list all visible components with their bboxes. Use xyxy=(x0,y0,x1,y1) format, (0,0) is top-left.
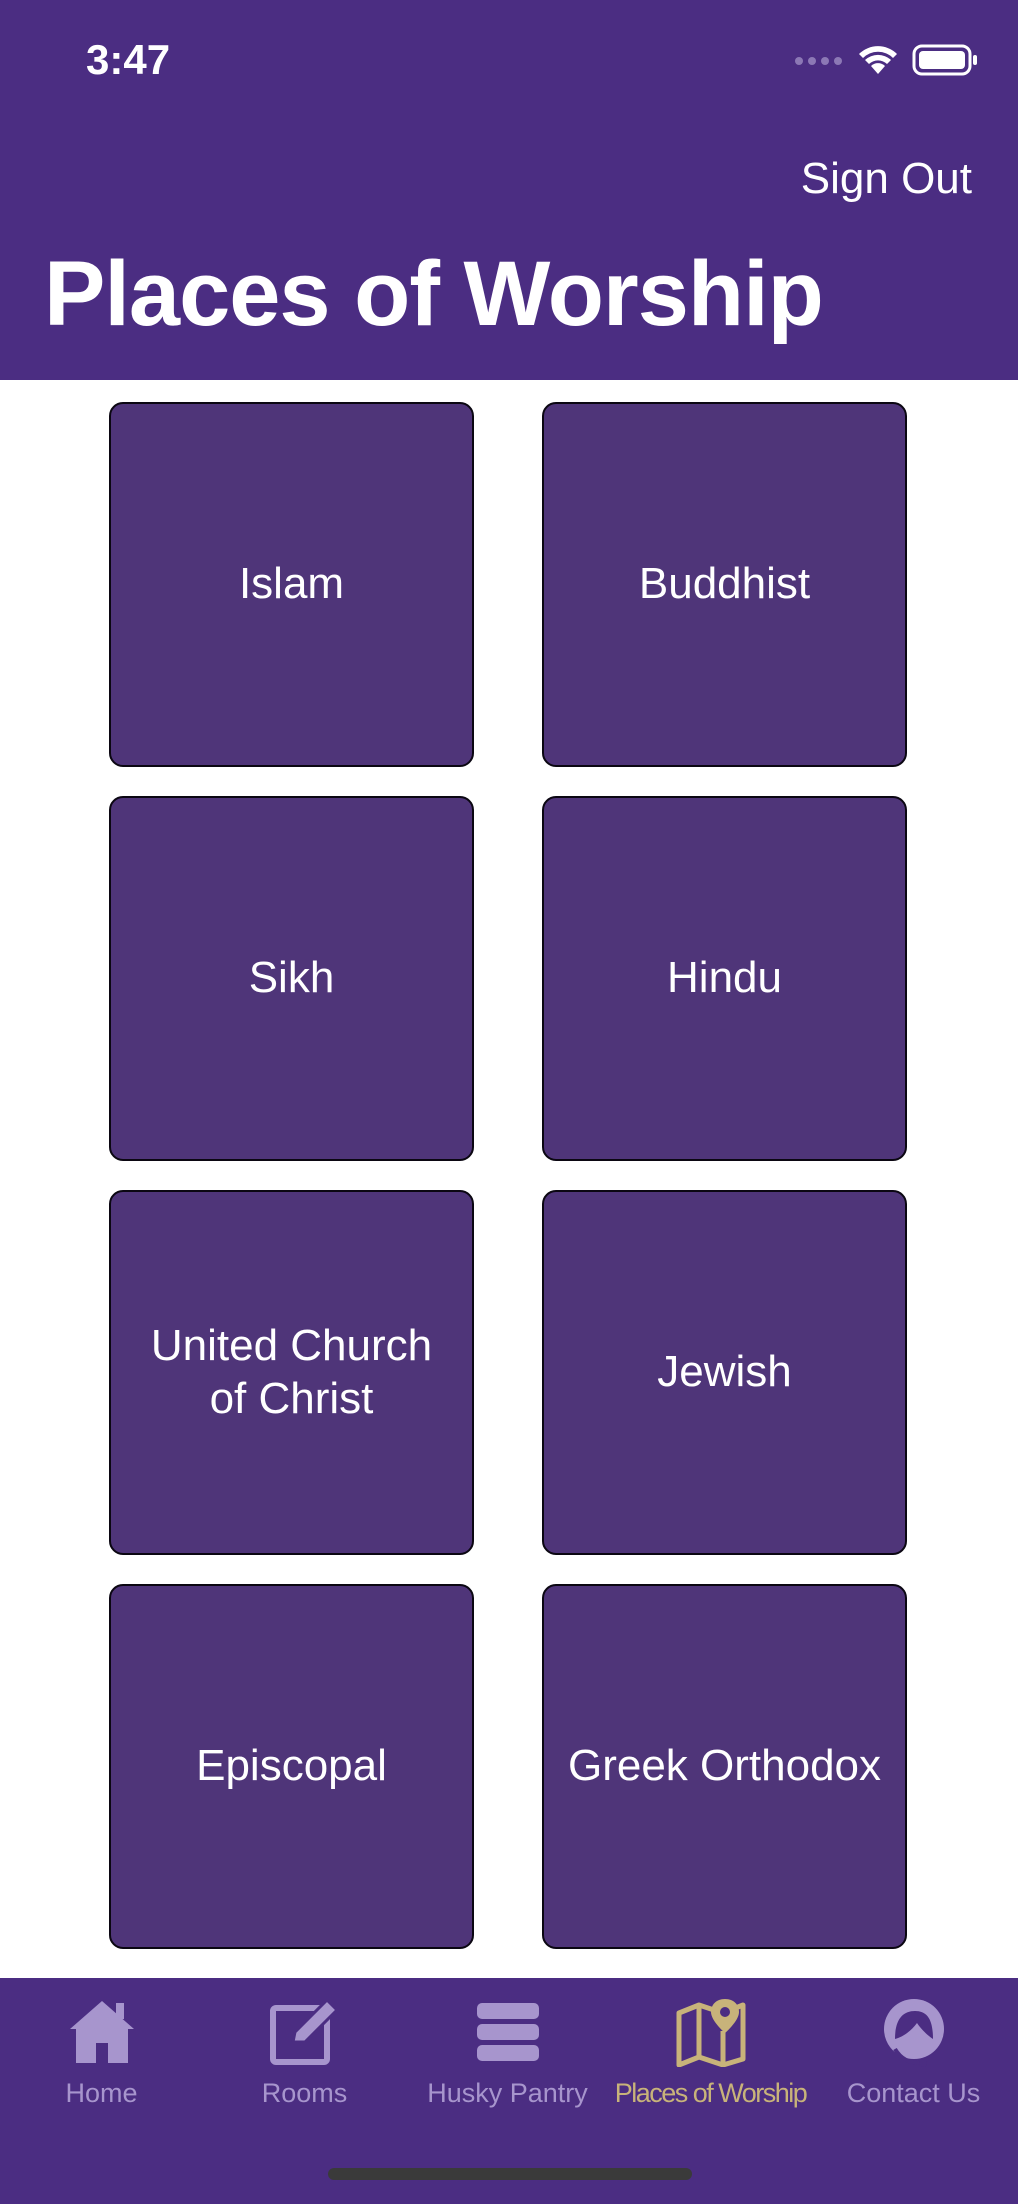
tab-husky-pantry-label: Husky Pantry xyxy=(427,2078,588,2108)
cellular-signal-icon xyxy=(794,54,844,72)
stack-icon xyxy=(468,1992,548,2072)
edit-icon xyxy=(265,1992,345,2072)
tile-greek-orthodox[interactable]: Greek Orthodox xyxy=(542,1584,907,1949)
tab-places-of-worship-label: Places of Worship xyxy=(614,2078,808,2108)
tab-rooms[interactable]: Rooms xyxy=(203,1992,406,2109)
tab-home-label: Home xyxy=(65,2078,138,2108)
worship-category-grid: Islam Buddhist Sikh Hindu United Church … xyxy=(109,402,907,1949)
tab-rooms-label: Rooms xyxy=(261,2078,348,2108)
page-title: Places of Worship xyxy=(44,243,824,345)
tile-islam[interactable]: Islam xyxy=(109,402,474,767)
tile-united-church-of-christ[interactable]: United Church of Christ xyxy=(109,1190,474,1555)
tile-buddhist[interactable]: Buddhist xyxy=(542,402,907,767)
wifi-icon xyxy=(858,44,898,81)
sign-out-button[interactable]: Sign Out xyxy=(801,154,972,204)
house-icon xyxy=(62,1992,142,2072)
status-time: 3:47 xyxy=(86,36,171,83)
headset-icon xyxy=(874,1992,954,2072)
tab-husky-pantry[interactable]: Husky Pantry xyxy=(406,1992,609,2109)
tile-hindu[interactable]: Hindu xyxy=(542,796,907,1161)
tile-episcopal[interactable]: Episcopal xyxy=(109,1584,474,1949)
tile-jewish[interactable]: Jewish xyxy=(542,1190,907,1555)
map-pin-icon xyxy=(671,1992,751,2072)
tab-contact-us-label: Contact Us xyxy=(846,2078,981,2108)
tab-places-of-worship[interactable]: Places of Worship xyxy=(609,1992,812,2109)
tab-contact-us[interactable]: Contact Us xyxy=(812,1992,1015,2109)
tab-home[interactable]: Home xyxy=(0,1992,203,2109)
battery-icon xyxy=(912,44,978,81)
tile-sikh[interactable]: Sikh xyxy=(109,796,474,1161)
navigation-header: 3:47 Sign Out Places of Worship xyxy=(0,0,1018,380)
home-indicator[interactable] xyxy=(328,2168,692,2180)
status-indicators xyxy=(794,44,978,81)
tab-bar: Home Rooms Husky Pantry Places of Worshi… xyxy=(0,1978,1018,2204)
